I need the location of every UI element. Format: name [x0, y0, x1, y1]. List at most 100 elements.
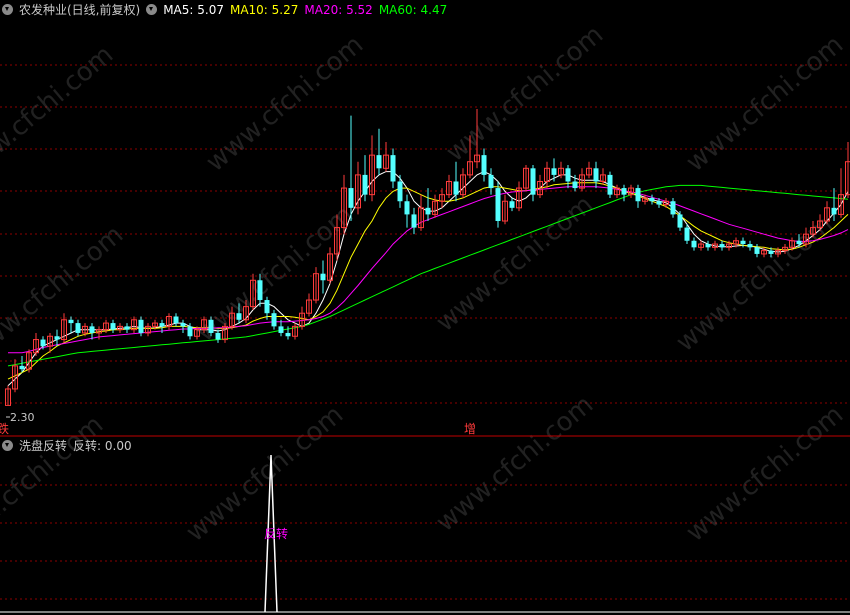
candle: [551, 158, 557, 182]
candle-body: [68, 319, 74, 324]
candle: [509, 197, 515, 212]
candle: [292, 323, 298, 340]
watermark-text: www.cfchi.com: [181, 400, 350, 548]
candle-body: [691, 240, 697, 248]
candle-body: [376, 155, 382, 169]
candle-body: [138, 319, 144, 333]
candle: [481, 148, 487, 182]
candle: [362, 155, 368, 202]
candle-body: [593, 168, 599, 182]
candle-body: [488, 174, 494, 189]
candle: [516, 181, 522, 212]
candle-body: [404, 201, 410, 215]
candle: [383, 141, 389, 172]
candle: [698, 240, 704, 251]
candle-body: [278, 326, 284, 333]
watermark-text: www.cfchi.com: [0, 410, 109, 558]
candle: [495, 181, 501, 228]
watermark-text: www.cfchi.com: [201, 30, 370, 178]
candle-body: [215, 332, 221, 340]
candle-body: [509, 201, 515, 208]
candle-body: [719, 244, 725, 248]
candle: [607, 171, 613, 198]
candle: [502, 194, 508, 225]
candle: [432, 194, 438, 218]
candle-body: [656, 201, 662, 205]
candle-body: [684, 227, 690, 241]
candle-body: [40, 339, 46, 347]
candle-body: [348, 188, 354, 208]
signal-series: [0, 454, 850, 613]
candle-body: [796, 240, 802, 245]
candle-body: [362, 174, 368, 195]
candle-body: [621, 188, 627, 195]
candle-body: [124, 326, 130, 330]
candle: [719, 240, 725, 251]
candle: [54, 329, 60, 347]
watermark-text: www.cfchi.com: [0, 220, 129, 368]
candle: [523, 165, 529, 192]
candle: [180, 319, 186, 333]
candle: [691, 237, 697, 251]
candle: [544, 161, 550, 189]
candle: [313, 267, 319, 304]
candle: [488, 168, 494, 195]
candle-body: [740, 240, 746, 245]
candle-body: [607, 174, 613, 195]
candle: [460, 168, 466, 198]
signal-label: 反转: [264, 526, 288, 541]
candle-body: [285, 332, 291, 337]
candle-body: [572, 181, 578, 189]
candle-body: [390, 155, 396, 182]
candle-body: [54, 336, 60, 340]
candle: [376, 128, 382, 175]
candle-body: [173, 316, 179, 324]
candle-body: [495, 188, 501, 221]
left-marker: 跌: [0, 421, 9, 436]
candle-body: [187, 326, 193, 337]
candle: [390, 148, 396, 189]
watermark-layer: www.cfchi.com www.cfchi.com www.cfchi.com w…: [0, 20, 849, 558]
candle: [845, 141, 850, 198]
candle: [131, 316, 137, 333]
candle: [89, 323, 95, 340]
candle: [355, 161, 361, 215]
candle-body: [635, 188, 641, 202]
candle: [75, 319, 81, 337]
candle-body: [271, 313, 277, 327]
candle-body: [677, 214, 683, 228]
candle: [411, 207, 417, 235]
candle-body: [320, 273, 326, 281]
watermark-text: www.cfchi.com: [431, 190, 600, 338]
candle: [68, 316, 74, 333]
candle: [705, 240, 711, 251]
candle-body: [705, 244, 711, 248]
price-chart: www.cfchi.com www.cfchi.com www.cfchi.com w…: [0, 20, 850, 613]
candle: [530, 165, 536, 202]
candle-body: [159, 323, 165, 327]
candle-body: [89, 326, 95, 333]
candle-body: [831, 207, 837, 215]
candle: [453, 161, 459, 202]
candle: [586, 161, 592, 179]
candle-body: [236, 313, 242, 320]
candle-body: [530, 168, 536, 195]
candle: [621, 184, 627, 202]
candle: [831, 188, 837, 221]
candle: [824, 201, 830, 225]
candle: [418, 194, 424, 231]
candle-body: [397, 181, 403, 202]
candle: [838, 168, 844, 218]
watermark-text: www.cfchi.com: [681, 400, 850, 548]
candle-body: [208, 319, 214, 333]
candle-body: [264, 300, 270, 314]
candle: [110, 319, 116, 333]
candle-body: [565, 168, 571, 182]
candle: [404, 194, 410, 228]
candle: [670, 197, 676, 218]
candle: [649, 194, 655, 205]
candle-body: [453, 181, 459, 195]
candle-body: [768, 250, 774, 254]
candle: [173, 313, 179, 327]
candle-body: [19, 365, 25, 370]
